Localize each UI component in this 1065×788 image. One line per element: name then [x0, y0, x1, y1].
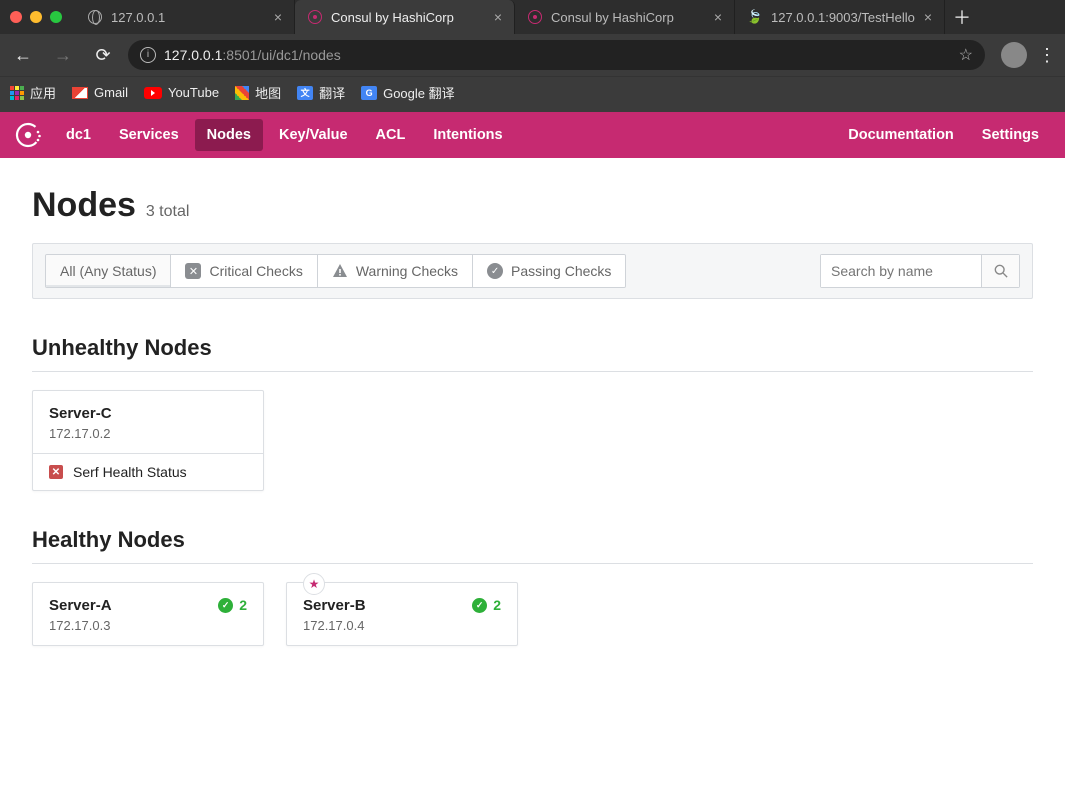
browser-tab[interactable]: Consul by HashiCorp × [515, 0, 735, 34]
reload-button[interactable]: ⟳ [88, 40, 118, 70]
nav-services[interactable]: Services [107, 119, 191, 151]
node-card[interactable]: Server-C 172.17.0.2 ✕ Serf Health Status [32, 390, 264, 491]
globe-icon [87, 9, 103, 25]
profile-avatar[interactable] [1001, 42, 1027, 68]
gmail-icon [72, 87, 88, 99]
tab-title: 127.0.0.1 [111, 10, 266, 25]
check-pass-icon: ✓ [472, 598, 487, 613]
bookmark-youtube[interactable]: YouTube [144, 85, 219, 100]
page-total: 3 total [146, 203, 190, 220]
apps-grid-icon [10, 86, 24, 100]
consul-navbar: dc1 Services Nodes Key/Value ACL Intenti… [0, 112, 1065, 158]
critical-icon: ✕ [185, 263, 201, 279]
new-tab-button[interactable]: ＋ [945, 0, 979, 34]
close-icon[interactable]: × [274, 10, 282, 24]
nav-datacenter[interactable]: dc1 [54, 119, 103, 151]
bookmark-apps[interactable]: 应用 [10, 83, 56, 102]
window-close-dot[interactable] [10, 11, 22, 23]
youtube-icon [144, 87, 162, 99]
map-icon [235, 86, 249, 100]
search-input[interactable] [821, 255, 981, 287]
nav-acl[interactable]: ACL [364, 119, 418, 151]
node-ip: 172.17.0.3 [49, 618, 247, 633]
filter-passing[interactable]: ✓ Passing Checks [473, 255, 625, 287]
filter-all[interactable]: All (Any Status) [46, 255, 171, 287]
bookmark-star-icon[interactable]: ☆ [959, 45, 973, 65]
address-bar-row: ← → ⟳ i 127.0.0.1:8501/ui/dc1/nodes ☆ ⋮ [0, 34, 1065, 76]
passing-badge: ✓ 2 [472, 597, 501, 613]
tab-title: Consul by HashiCorp [551, 10, 706, 25]
search-button[interactable] [981, 255, 1019, 287]
bookmarks-bar: 应用 Gmail YouTube 地图 文 翻译 G Google 翻译 [0, 76, 1065, 112]
browser-tab[interactable]: 127.0.0.1 × [75, 0, 295, 34]
nav-keyvalue[interactable]: Key/Value [267, 119, 360, 151]
menu-kebab-icon[interactable]: ⋮ [1037, 45, 1057, 66]
passing-badge: ✓ 2 [218, 597, 247, 613]
search-wrap [820, 254, 1020, 288]
window-max-dot[interactable] [50, 11, 62, 23]
critical-icon: ✕ [49, 465, 63, 479]
tab-title: 127.0.0.1:9003/TestHello [771, 10, 916, 25]
filter-warning[interactable]: Warning Checks [318, 255, 473, 287]
unhealthy-cards: Server-C 172.17.0.2 ✕ Serf Health Status [32, 390, 1033, 491]
check-pass-icon: ✓ [218, 598, 233, 613]
node-check-row: ✕ Serf Health Status [33, 453, 263, 490]
passing-icon: ✓ [487, 263, 503, 279]
filter-bar: All (Any Status) ✕ Critical Checks Warni… [32, 243, 1033, 299]
close-icon[interactable]: × [494, 10, 502, 24]
close-icon[interactable]: × [924, 10, 932, 24]
status-filters: All (Any Status) ✕ Critical Checks Warni… [45, 254, 626, 288]
node-ip: 172.17.0.4 [303, 618, 501, 633]
node-ip: 172.17.0.2 [49, 426, 247, 441]
site-info-icon[interactable]: i [140, 47, 156, 63]
healthy-cards: ✓ 2 Server-A 172.17.0.3 ★ ✓ 2 Server-B 1… [32, 582, 1033, 646]
forward-button[interactable]: → [48, 40, 78, 70]
nav-documentation[interactable]: Documentation [836, 119, 966, 151]
nav-settings[interactable]: Settings [970, 119, 1051, 151]
node-card[interactable]: ★ ✓ 2 Server-B 172.17.0.4 [286, 582, 518, 646]
browser-tab[interactable]: 🍃 127.0.0.1:9003/TestHello × [735, 0, 945, 34]
url-text: 127.0.0.1:8501/ui/dc1/nodes [164, 47, 945, 63]
nav-intentions[interactable]: Intentions [421, 119, 514, 151]
back-button[interactable]: ← [8, 40, 38, 70]
consul-logo-icon[interactable] [14, 121, 42, 149]
consul-icon [307, 9, 323, 25]
bookmark-gtranslate[interactable]: G Google 翻译 [361, 83, 455, 102]
address-bar[interactable]: i 127.0.0.1:8501/ui/dc1/nodes ☆ [128, 40, 985, 70]
bookmark-translate[interactable]: 文 翻译 [297, 83, 345, 102]
translate-icon: 文 [297, 86, 313, 100]
page-content: Nodes 3 total All (Any Status) ✕ Critica… [0, 158, 1065, 674]
browser-tab-active[interactable]: Consul by HashiCorp × [295, 0, 515, 34]
page-title: Nodes [32, 186, 136, 225]
leaf-icon: 🍃 [747, 9, 763, 25]
translate-icon: G [361, 86, 377, 100]
warning-icon [332, 263, 348, 279]
node-card[interactable]: ✓ 2 Server-A 172.17.0.3 [32, 582, 264, 646]
bookmark-maps[interactable]: 地图 [235, 83, 281, 102]
close-icon[interactable]: × [714, 10, 722, 24]
page-heading: Nodes 3 total [32, 186, 1033, 225]
consul-icon [527, 9, 543, 25]
node-name: Server-C [49, 405, 247, 422]
search-icon [994, 264, 1008, 278]
section-healthy-title: Healthy Nodes [32, 527, 1033, 564]
section-unhealthy-title: Unhealthy Nodes [32, 335, 1033, 372]
leader-star-icon: ★ [303, 573, 325, 595]
check-name: Serf Health Status [73, 464, 187, 480]
filter-critical[interactable]: ✕ Critical Checks [171, 255, 317, 287]
browser-chrome: 127.0.0.1 × Consul by HashiCorp × Consul… [0, 0, 1065, 112]
bookmark-gmail[interactable]: Gmail [72, 85, 128, 100]
tab-bar: 127.0.0.1 × Consul by HashiCorp × Consul… [0, 0, 1065, 34]
nav-nodes[interactable]: Nodes [195, 119, 263, 151]
tab-title: Consul by HashiCorp [331, 10, 486, 25]
window-min-dot[interactable] [30, 11, 42, 23]
